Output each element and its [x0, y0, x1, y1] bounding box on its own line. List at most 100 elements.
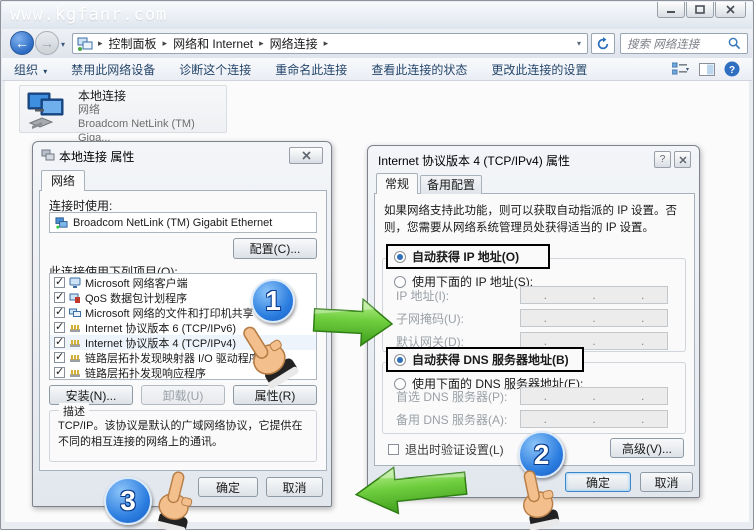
checkbox-icon[interactable]: [54, 322, 65, 333]
forward-arrow-icon: →: [40, 35, 54, 51]
radio-manual-ip[interactable]: [394, 276, 406, 288]
list-item-label: Microsoft 网络客户端: [85, 275, 188, 291]
search-placeholder: 搜索 网络连接: [627, 36, 728, 52]
alternate-dns-input: [520, 410, 668, 428]
nav-history-caret-icon[interactable]: ▾: [61, 40, 65, 49]
command-toolbar: 组织 ▾ 禁用此网络设备 诊断这个连接 重命名此连接 查看此连接的状态 更改此连…: [2, 58, 752, 81]
breadcrumb-separator: ▸: [323, 38, 330, 49]
tab-alternate-config[interactable]: 备用配置: [420, 175, 482, 194]
adapter-icon: [55, 216, 68, 229]
dialog-title: Internet 协议版本 4 (TCP/IPv4) 属性: [378, 152, 570, 169]
screenshot-root: www.kgfanr.com ← → ▾: [0, 0, 754, 530]
organize-menu[interactable]: 组织 ▾: [2, 61, 59, 78]
alternate-dns-label: 备用 DNS 服务器(A):: [396, 411, 507, 428]
checkbox-icon[interactable]: [54, 292, 65, 303]
forward-button[interactable]: →: [35, 31, 59, 55]
watermark-text: www.kgfanr.com: [10, 5, 167, 25]
toolbar-diagnose-connection[interactable]: 诊断这个连接: [167, 61, 263, 78]
refresh-button[interactable]: [591, 33, 615, 54]
checkbox-icon[interactable]: [54, 367, 65, 378]
title-bar[interactable]: www.kgfanr.com: [2, 2, 752, 29]
close-button[interactable]: [715, 2, 746, 18]
close-button[interactable]: [674, 151, 691, 168]
intro-text: 如果网络支持此功能，则可以获取自动指派的 IP 设置。否则，您需要从网络系统管理…: [384, 203, 678, 238]
uninstall-button: 卸载(U): [141, 385, 225, 405]
back-arrow-icon: ←: [15, 35, 29, 51]
protocol-icon: [69, 337, 81, 349]
svg-text:?: ?: [729, 65, 735, 76]
help-button[interactable]: ?: [654, 151, 671, 168]
radio-auto-ip[interactable]: [394, 251, 406, 263]
preferred-dns-input: [520, 387, 668, 405]
toolbar-view-status[interactable]: 查看此连接的状态: [359, 61, 479, 78]
back-button[interactable]: ←: [10, 31, 34, 55]
auto-ip-highlight-box: 自动获得 IP 地址(O): [386, 244, 550, 269]
dialog-title: 本地连接 属性: [59, 148, 134, 165]
help-icon[interactable]: ?: [724, 61, 740, 77]
dialog-title-bar[interactable]: Internet 协议版本 4 (TCP/IPv4) 属性 ?: [368, 146, 699, 172]
sharing-service-icon: [69, 307, 81, 319]
description-legend: 描述: [59, 403, 89, 419]
preview-pane-icon[interactable]: [699, 63, 715, 76]
local-connection-tile[interactable]: 本地连接 网络 Broadcom NetLink (TM) Giga...: [19, 85, 227, 133]
configure-button[interactable]: 配置(C)...: [233, 238, 317, 259]
tile-title: 本地连接: [78, 89, 226, 103]
list-item-label: Internet 协议版本 6 (TCP/IPv6): [85, 320, 236, 336]
cancel-button[interactable]: 取消: [266, 477, 323, 497]
list-item-label: QoS 数据包计划程序: [85, 290, 187, 306]
toolbar-rename-connection[interactable]: 重命名此连接: [263, 61, 359, 78]
tab-general[interactable]: 常规: [376, 173, 418, 194]
search-icon[interactable]: [728, 37, 741, 50]
protocol-icon: [69, 367, 81, 379]
description-text: TCP/IP。该协议是默认的广域网络协议，它提供在不同的相互连接的网络上的通讯。: [50, 411, 316, 451]
close-icon: [726, 5, 735, 14]
validate-checkbox[interactable]: [388, 444, 399, 455]
search-box[interactable]: 搜索 网络连接: [620, 33, 748, 54]
step-arrow-right-icon: [311, 292, 398, 354]
advanced-button[interactable]: 高级(V)...: [610, 438, 684, 458]
adapter-name: Broadcom NetLink (TM) Gigabit Ethernet: [73, 217, 272, 229]
breadcrumb-control-panel[interactable]: 控制面板: [104, 35, 162, 52]
list-item-label: 链路层拓扑发现响应程序: [85, 365, 206, 381]
close-icon: [302, 151, 311, 160]
dialog-title-bar[interactable]: 本地连接 属性: [33, 142, 331, 168]
tab-network[interactable]: 网络: [41, 170, 85, 191]
address-bar[interactable]: ▸ 控制面板 ▸ 网络和 Internet ▸ 网络连接 ▸ ▾: [72, 33, 588, 54]
install-button[interactable]: 安装(N)...: [49, 385, 133, 405]
auto-dns-highlight-box: 自动获得 DNS 服务器地址(B): [386, 347, 584, 372]
adapter-field[interactable]: Broadcom NetLink (TM) Gigabit Ethernet: [49, 212, 317, 233]
subnet-mask-label: 子网掩码(U):: [396, 310, 464, 327]
maximize-button[interactable]: [686, 2, 714, 18]
minimize-button[interactable]: [657, 2, 685, 18]
checkbox-icon[interactable]: [54, 307, 65, 318]
toolbar-change-settings[interactable]: 更改此连接的设置: [479, 61, 599, 78]
list-item-label: Microsoft 网络的文件和打印机共享: [85, 305, 254, 321]
close-button[interactable]: [289, 147, 323, 164]
radio-auto-dns[interactable]: [394, 354, 406, 366]
checkbox-icon[interactable]: [54, 352, 65, 363]
cancel-button[interactable]: 取消: [640, 472, 693, 492]
preferred-dns-label: 首选 DNS 服务器(P):: [396, 388, 507, 405]
step-arrow-left-icon: [347, 454, 473, 526]
refresh-icon: [596, 37, 610, 51]
client-service-icon: [69, 277, 81, 289]
checkbox-icon[interactable]: [54, 277, 65, 288]
breadcrumb-network-internet[interactable]: 网络和 Internet: [168, 35, 258, 52]
ok-button[interactable]: 确定: [565, 472, 631, 492]
protocol-icon: [69, 322, 81, 334]
protocol-icon: [69, 352, 81, 364]
ip-address-input: [520, 286, 668, 304]
address-bar-row: ← → ▾ ▸ 控制面板 ▸ 网络和 Internet ▸ 网络连接 ▸ ▾: [2, 29, 752, 58]
checkbox-icon[interactable]: [54, 337, 65, 348]
views-icon[interactable]: [672, 62, 690, 76]
dialog-icon: [41, 148, 55, 162]
dropdown-caret-icon: ▾: [41, 67, 47, 76]
address-dropdown-caret-icon[interactable]: ▾: [577, 39, 583, 48]
close-icon: [679, 156, 687, 164]
toolbar-disable-device[interactable]: 禁用此网络设备: [59, 61, 167, 78]
maximize-icon: [695, 5, 705, 14]
qos-service-icon: [69, 292, 81, 304]
ip-address-label: IP 地址(I):: [396, 287, 449, 304]
local-properties-dialog: 本地连接 属性 网络 连接时使用: Broadcom NetLink (TM) …: [32, 141, 332, 507]
breadcrumb-network-connections[interactable]: 网络连接: [265, 35, 323, 52]
